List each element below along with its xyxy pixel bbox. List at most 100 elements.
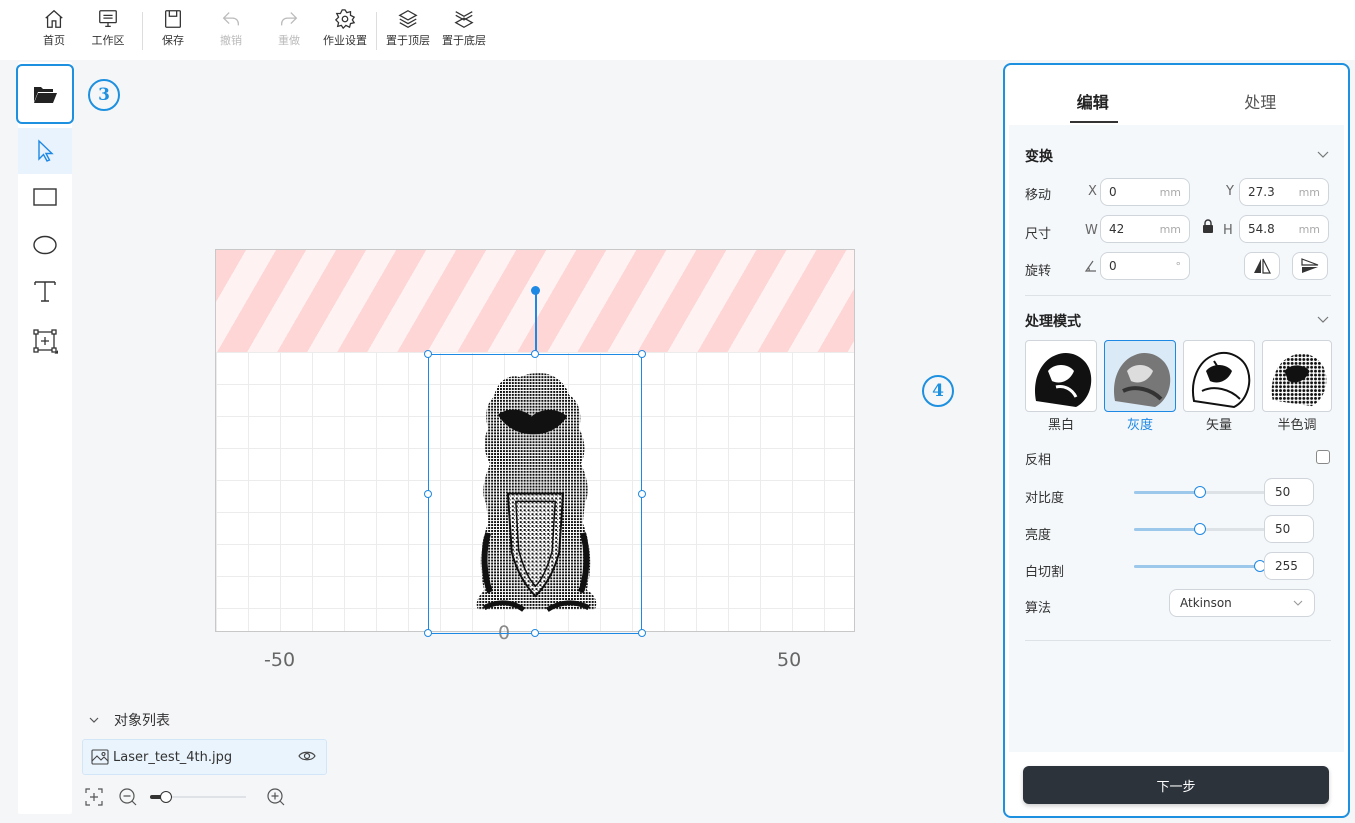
slider-fill bbox=[1134, 565, 1260, 568]
y-unit: mm bbox=[1298, 185, 1320, 199]
select-tool[interactable] bbox=[18, 128, 72, 174]
tool-strip bbox=[16, 62, 74, 814]
angle-icon bbox=[1084, 260, 1096, 272]
workspace-button[interactable]: 工作区 bbox=[82, 8, 134, 56]
chevron-down-icon[interactable] bbox=[1316, 149, 1330, 159]
axis-tick-label: 50 bbox=[777, 649, 802, 671]
invert-checkbox[interactable] bbox=[1316, 450, 1330, 464]
selected-image[interactable] bbox=[428, 354, 642, 634]
brightness-label: 亮度 bbox=[1025, 528, 1052, 543]
move-label: 移动 bbox=[1025, 188, 1052, 203]
x-value: 0 bbox=[1109, 185, 1117, 199]
rotation-handle[interactable] bbox=[531, 286, 540, 295]
app-window: 首页 工作区 保存 撤销 重做 作业设置 置于顶层 置于底层 3 4 -50 0… bbox=[0, 0, 1355, 823]
toolbar-divider bbox=[376, 12, 377, 50]
x-input[interactable]: 0 mm bbox=[1100, 178, 1190, 206]
process-mode-title[interactable]: 处理模式 bbox=[1025, 311, 1081, 331]
image-icon bbox=[91, 749, 109, 765]
fit-screen-icon[interactable] bbox=[84, 787, 104, 807]
mode-grayscale[interactable]: 灰度 bbox=[1104, 340, 1176, 433]
undo-button[interactable]: 撤销 bbox=[209, 8, 253, 56]
chevron-down-icon bbox=[1293, 600, 1303, 606]
x-tag: X bbox=[1088, 184, 1097, 199]
home-button[interactable]: 首页 bbox=[32, 8, 76, 56]
divider bbox=[1025, 640, 1331, 641]
undo-label: 撤销 bbox=[220, 34, 242, 47]
object-list-item[interactable]: Laser_test_4th.jpg bbox=[82, 739, 327, 775]
contrast-label: 对比度 bbox=[1025, 491, 1065, 506]
resize-handle-right[interactable] bbox=[638, 490, 646, 498]
lock-icon[interactable] bbox=[1202, 219, 1214, 233]
mode-thumbnail bbox=[1025, 340, 1097, 412]
flip-horizontal-button[interactable] bbox=[1244, 252, 1280, 280]
layers-up-icon bbox=[398, 10, 418, 28]
x-unit: mm bbox=[1159, 185, 1181, 199]
mode-halftone[interactable]: 半色调 bbox=[1262, 340, 1332, 433]
frame-plus-icon bbox=[33, 329, 58, 354]
height-value: 54.8 bbox=[1248, 222, 1275, 236]
resize-handle-bottom-right[interactable] bbox=[638, 629, 646, 637]
rotation-input[interactable]: 0 ° bbox=[1100, 252, 1190, 280]
ellipse-tool[interactable] bbox=[18, 222, 72, 268]
tab-edit[interactable]: 编辑 bbox=[1009, 69, 1177, 125]
zoom-controls bbox=[84, 784, 286, 810]
properties-panel-body: 编辑 处理 变换 移动 X 0 mm Y 27.3 mm 尺寸 W 42 mm bbox=[1009, 69, 1344, 812]
zoom-slider[interactable] bbox=[150, 790, 246, 804]
transform-section-title[interactable]: 变换 bbox=[1025, 146, 1053, 166]
slider-knob[interactable] bbox=[1194, 523, 1206, 535]
resize-handle-top-right[interactable] bbox=[638, 350, 646, 358]
resize-handle-left[interactable] bbox=[424, 490, 432, 498]
chevron-down-icon bbox=[89, 717, 99, 723]
next-step-button[interactable]: 下一步 bbox=[1023, 766, 1329, 804]
panel-footer: 下一步 bbox=[1009, 752, 1344, 812]
size-label: 尺寸 bbox=[1025, 227, 1052, 242]
frame-tool[interactable] bbox=[18, 318, 72, 364]
rotate-label: 旋转 bbox=[1025, 264, 1052, 279]
send-to-bottom-button[interactable]: 置于底层 bbox=[436, 8, 492, 56]
workspace-icon bbox=[99, 10, 117, 27]
save-button[interactable]: 保存 bbox=[151, 8, 195, 56]
resize-handle-bottom-left[interactable] bbox=[424, 629, 432, 637]
white-cut-input[interactable]: 255 bbox=[1264, 552, 1314, 580]
height-input[interactable]: 54.8 mm bbox=[1239, 215, 1329, 243]
job-settings-button[interactable]: 作业设置 bbox=[317, 8, 373, 56]
slider-knob[interactable] bbox=[1194, 486, 1206, 498]
save-label: 保存 bbox=[162, 34, 184, 47]
mode-label: 矢量 bbox=[1205, 418, 1232, 433]
send-to-bottom-label: 置于底层 bbox=[442, 34, 486, 47]
brightness-slider[interactable] bbox=[1134, 522, 1266, 536]
eye-icon[interactable] bbox=[298, 749, 316, 763]
redo-icon bbox=[281, 12, 298, 26]
zoom-slider-knob[interactable] bbox=[160, 791, 173, 803]
redo-button[interactable]: 重做 bbox=[267, 8, 311, 56]
undo-icon bbox=[222, 12, 239, 26]
flip-vertical-button[interactable] bbox=[1292, 252, 1328, 280]
resize-handle-top-left[interactable] bbox=[424, 350, 432, 358]
canvas-area[interactable]: -50 0 50 对象列表 Laser_test_4th.jpg bbox=[72, 62, 1002, 820]
zoom-in-icon[interactable] bbox=[266, 787, 286, 807]
chevron-down-icon[interactable] bbox=[1316, 314, 1330, 324]
brightness-input[interactable]: 50 bbox=[1264, 515, 1314, 543]
bring-to-top-button[interactable]: 置于顶层 bbox=[380, 8, 436, 56]
algorithm-select[interactable]: Atkinson bbox=[1169, 589, 1315, 617]
text-tool[interactable] bbox=[18, 268, 72, 314]
width-input[interactable]: 42 mm bbox=[1100, 215, 1190, 243]
tab-process[interactable]: 处理 bbox=[1177, 69, 1345, 125]
contrast-input[interactable]: 50 bbox=[1264, 478, 1314, 506]
rotation-line bbox=[535, 290, 537, 354]
rectangle-tool[interactable] bbox=[18, 174, 72, 220]
text-icon bbox=[34, 281, 56, 302]
resize-handle-bottom[interactable] bbox=[531, 629, 539, 637]
invert-label: 反相 bbox=[1025, 453, 1052, 468]
zoom-out-icon[interactable] bbox=[118, 787, 138, 807]
resize-handle-top[interactable] bbox=[531, 350, 539, 358]
object-list-header[interactable]: 对象列表 bbox=[88, 710, 170, 730]
mode-black-white[interactable]: 黑白 bbox=[1025, 340, 1097, 433]
panel-tabs: 编辑 处理 bbox=[1009, 69, 1344, 125]
white-cut-slider[interactable] bbox=[1134, 559, 1266, 573]
open-file-button[interactable] bbox=[16, 64, 74, 124]
contrast-slider[interactable] bbox=[1134, 485, 1266, 499]
mode-vector[interactable]: 矢量 bbox=[1183, 340, 1255, 433]
y-input[interactable]: 27.3 mm bbox=[1239, 178, 1329, 206]
workspace-label: 工作区 bbox=[91, 34, 125, 47]
